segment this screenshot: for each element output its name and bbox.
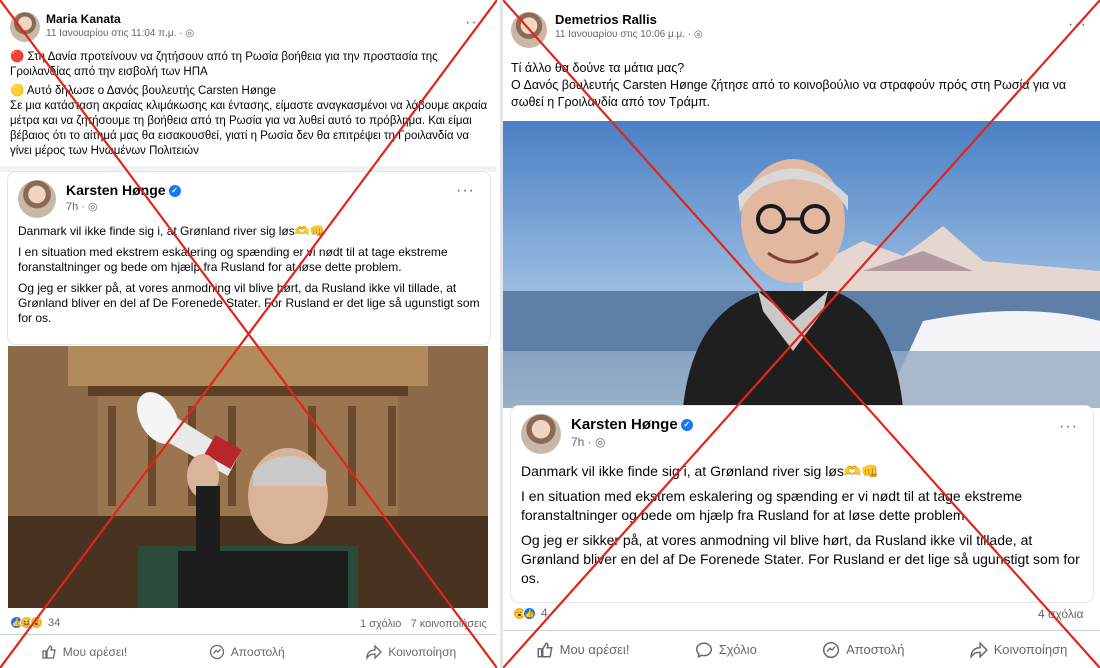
left-shared-time[interactable]: 7h · ◎ [66, 200, 181, 213]
right-post-time-text: 11 Ιανουαρίου στις 10:06 μ.μ. · [555, 29, 694, 40]
right-post-time[interactable]: 11 Ιανουαρίου στις 10:06 μ.μ. · ◎ [555, 29, 703, 40]
right-shared-time[interactable]: 7h · ◎ [571, 435, 693, 449]
left-shared-line-2: I en situation med ekstrem eskalering og… [18, 245, 448, 274]
left-shared-author[interactable]: Karsten Hønge ✓ [66, 182, 181, 198]
right-shared-line-1: Danmark vil ikke finde sig i, at Grønlan… [521, 463, 879, 479]
right-post-body: Τί άλλο θα δούνε τα μάτια μας? Ο Δανός β… [511, 60, 1091, 111]
globe-icon: ◎ [88, 201, 98, 213]
share-button[interactable]: Κοινοποίηση [970, 640, 1068, 659]
right-shared-author[interactable]: Karsten Hønge ✓ [571, 416, 693, 433]
megaphone-photo-illustration [8, 346, 488, 608]
left-post-body: 🔴 Στη Δανία προτείνουν να ζητήσουν από τ… [10, 50, 488, 159]
comment-button[interactable]: Σχόλιο [695, 641, 757, 659]
right-post: Demetrios Rallis 11 Ιανουαρίου στις 10:0… [500, 0, 1100, 668]
left-post: Maria Kanata 11 Ιανουαρίου στις 11:04 π.… [0, 0, 497, 668]
right-comment-count[interactable]: 4 σχόλια [1038, 607, 1083, 621]
left-post-header: Maria Kanata 11 Ιανουαρίου στις 11:04 π.… [10, 12, 194, 42]
right-shared-avatar[interactable] [521, 414, 561, 454]
right-author-avatar[interactable] [511, 12, 547, 48]
messenger-icon [209, 644, 224, 659]
like-reaction-icon: 👍 [523, 606, 536, 620]
more-options-icon[interactable]: ··· [1068, 16, 1087, 34]
left-post-time[interactable]: 11 Ιανουαρίου στις 11:04 π.μ. · ◎ [46, 28, 194, 39]
share-button-label: Κοινοποίηση [388, 644, 457, 659]
left-author-avatar[interactable] [10, 12, 40, 42]
right-shared-line-3: Og jeg er sikker på, at vores anmodning … [521, 532, 1080, 586]
left-body-line-2: 🟡 Αυτό δήλωσε ο Δανός βουλευτής Carsten … [10, 85, 277, 97]
snow-landscape-photo-illustration [503, 121, 1100, 408]
left-author-name[interactable]: Maria Kanata [46, 12, 194, 26]
left-shared-header: Karsten Hønge ✓ 7h · ◎ [18, 180, 181, 218]
left-shared-avatar[interactable] [18, 180, 56, 218]
wow-reaction-icon: 😮 [30, 616, 43, 629]
left-reaction-count: 34 [48, 616, 61, 629]
comment-button-label: Σχόλιο [718, 642, 757, 657]
right-shared-body: Danmark vil ikke finde sig i, at Grønlan… [521, 462, 1081, 594]
left-shared-line-3: Og jeg er sikker på, at vores anmodning … [18, 281, 480, 325]
right-author-name[interactable]: Demetrios Rallis [555, 12, 703, 27]
share-button[interactable]: Κοινοποίηση [366, 643, 457, 660]
right-reactions[interactable]: 😮 👍 4 [513, 606, 548, 620]
left-post-photo[interactable] [8, 346, 488, 608]
right-shared-line-2: I en situation med ekstrem eskalering og… [521, 488, 1023, 523]
left-shared-time-text: 7h · [66, 201, 89, 213]
right-body-line-2: Ο Δανός βουλευτής Carsten Hønge ζήτησε α… [511, 78, 1067, 109]
share-button-label: Κοινοποίηση [993, 642, 1068, 657]
left-body-line-1: 🔴 Στη Δανία προτείνουν να ζητήσουν από τ… [10, 51, 438, 78]
right-shared-author-name: Karsten Hønge [571, 416, 678, 433]
right-post-header: Demetrios Rallis 11 Ιανουαρίου στις 10:0… [511, 12, 703, 48]
left-body-line-3: Σε μια κατάσταση ακραίας κλιμάκωσης και … [10, 100, 488, 157]
send-button[interactable]: Αποστολή [209, 644, 285, 660]
globe-icon: ◎ [185, 28, 195, 39]
right-shared-time-text: 7h · [571, 435, 596, 449]
more-options-icon[interactable]: ··· [456, 182, 475, 200]
right-post-photo[interactable] [503, 121, 1100, 408]
right-reaction-count: 4 [541, 606, 548, 620]
like-button-label: Μου αρέσει! [62, 644, 128, 659]
right-shared-header: Karsten Hønge ✓ 7h · ◎ [521, 414, 693, 454]
globe-icon: ◎ [595, 435, 606, 449]
send-button-label: Αποστολή [846, 642, 905, 657]
left-comment-share-counts[interactable]: 1 σχόλιο 7 κοινοποιήσεις [360, 618, 487, 630]
left-shared-body: Danmark vil ikke finde sig i, at Grønlan… [18, 224, 480, 332]
globe-icon: ◎ [693, 29, 703, 40]
left-shared-author-name: Karsten Hønge [66, 182, 166, 198]
send-button[interactable]: Αποστολή [822, 641, 904, 659]
like-button[interactable]: Μου αρέσει! [536, 641, 630, 659]
send-button-label: Αποστολή [230, 644, 285, 659]
like-icon [42, 644, 56, 659]
like-button-label: Μου αρέσει! [559, 642, 630, 657]
share-icon [970, 640, 988, 659]
messenger-icon [823, 641, 840, 658]
left-shared-post[interactable]: Karsten Hønge ✓ 7h · ◎ ··· Danmark vil ik… [8, 172, 490, 344]
left-reactions[interactable]: 👍 😆 😮 34 [10, 616, 60, 629]
verified-badge-icon: ✓ [680, 419, 693, 432]
like-icon [537, 642, 553, 657]
more-options-icon[interactable]: ··· [1059, 418, 1078, 436]
comment-icon [695, 642, 712, 658]
like-button[interactable]: Μου αρέσει! [41, 644, 127, 660]
share-icon [366, 643, 383, 660]
right-shared-post[interactable]: Karsten Hønge ✓ 7h · ◎ ··· Danmark vil ik… [511, 406, 1093, 602]
verified-badge-icon: ✓ [168, 185, 181, 198]
left-post-time-text: 11 Ιανουαρίου στις 11:04 π.μ. · [46, 28, 186, 39]
left-action-bar: Μου αρέσει! Αποστολή Κοινοποίηση [0, 634, 497, 668]
more-options-icon[interactable]: ··· [465, 14, 484, 32]
right-action-bar: Μου αρέσει! Σχόλιο Αποστολή Κοινοποίηση [503, 630, 1100, 668]
right-body-line-1: Τί άλλο θα δούνε τα μάτια μας? [511, 61, 685, 75]
left-shared-line-1: Danmark vil ikke finde sig i, at Grønlan… [18, 224, 325, 238]
